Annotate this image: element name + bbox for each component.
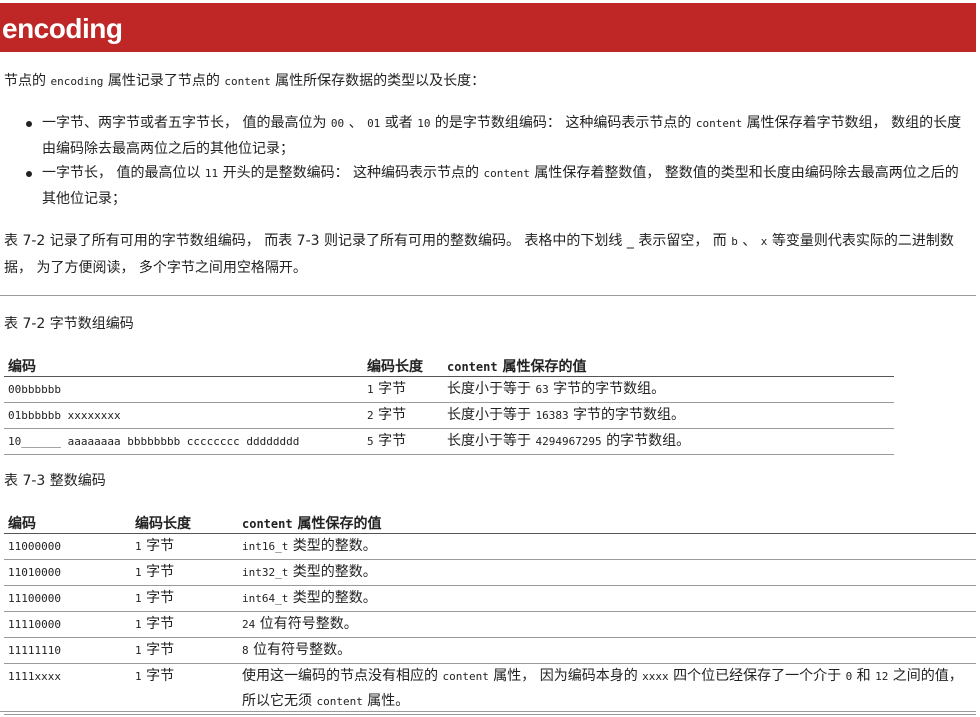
section-header: encoding [0, 3, 976, 52]
encoding-cell: 00bbbbbb [4, 376, 363, 403]
value-cell: 长度小于等于 63 字节的字节数组。 [443, 376, 894, 403]
divider [0, 295, 976, 296]
list-item: 一字节、两字节或者五字节长， 值的最高位为 00 、 01 或者 10 的是字节… [24, 111, 969, 161]
integer-encoding-table: 编码 编码长度 content 属性保存的值 11000000 1 字节 int… [4, 509, 976, 715]
table-7-2-caption: 表 7-2 字节数组编码 [4, 316, 134, 332]
length-cell: 2 字节 [363, 402, 443, 429]
list-item: 一字节长， 值的最高位以 11 开头的是整数编码： 这种编码表示节点的 cont… [24, 161, 969, 211]
length-cell: 1 字节 [131, 663, 238, 715]
table-row: 11010000 1 字节 int32_t 类型的整数。 [4, 559, 976, 586]
table-7-3-caption: 表 7-3 整数编码 [4, 473, 106, 489]
table-header-row: 编码 编码长度 content 属性保存的值 [4, 352, 894, 377]
length-cell: 1 字节 [131, 533, 238, 560]
encoding-cell: 1111xxxx [4, 663, 131, 715]
table-row: 11111110 1 字节 8 位有符号整数。 [4, 637, 976, 664]
encoding-cell: 11111110 [4, 637, 131, 664]
value-cell: 长度小于等于 16383 字节的字节数组。 [443, 402, 894, 429]
table-row: 11000000 1 字节 int16_t 类型的整数。 [4, 533, 976, 560]
encoding-bullet-list: 一字节、两字节或者五字节长， 值的最高位为 00 、 01 或者 10 的是字节… [24, 111, 969, 211]
column-header-length: 编码长度 [363, 352, 443, 377]
column-header-value: content 属性保存的值 [443, 352, 894, 377]
table-row: 11100000 1 字节 int64_t 类型的整数。 [4, 585, 976, 612]
divider [0, 711, 976, 712]
column-header-encoding: 编码 [4, 509, 131, 534]
length-cell: 1 字节 [131, 585, 238, 612]
length-cell: 1 字节 [131, 559, 238, 586]
length-cell: 1 字节 [131, 611, 238, 638]
encoding-cell: 11000000 [4, 533, 131, 560]
column-header-length: 编码长度 [131, 509, 238, 534]
table-row: 10______ aaaaaaaa bbbbbbbb cccccccc dddd… [4, 428, 894, 455]
length-cell: 5 字节 [363, 428, 443, 455]
value-cell: int16_t 类型的整数。 [238, 533, 976, 560]
table-row: 11110000 1 字节 24 位有符号整数。 [4, 611, 976, 638]
column-header-value: content 属性保存的值 [238, 509, 976, 534]
length-cell: 1 字节 [131, 637, 238, 664]
table-row: 00bbbbbb 1 字节 长度小于等于 63 字节的字节数组。 [4, 376, 894, 403]
byte-array-encoding-table: 编码 编码长度 content 属性保存的值 00bbbbbb 1 字节 长度小… [4, 352, 894, 455]
table-row: 01bbbbbb xxxxxxxx 2 字节 长度小于等于 16383 字节的字… [4, 402, 894, 429]
encoding-cell: 11110000 [4, 611, 131, 638]
value-cell: 8 位有符号整数。 [238, 637, 976, 664]
value-cell: 使用这一编码的节点没有相应的 content 属性， 因为编码本身的 xxxx … [238, 663, 976, 715]
value-cell: int32_t 类型的整数。 [238, 559, 976, 586]
intro-paragraph: 节点的 encoding 属性记录了节点的 content 属性所保存数据的类型… [4, 73, 486, 89]
value-cell: 长度小于等于 4294967295 的字节数组。 [443, 428, 894, 455]
length-cell: 1 字节 [363, 376, 443, 403]
value-cell: int64_t 类型的整数。 [238, 585, 976, 612]
encoding-cell: 11010000 [4, 559, 131, 586]
value-cell: 24 位有符号整数。 [238, 611, 976, 638]
encoding-cell: 10______ aaaaaaaa bbbbbbbb cccccccc dddd… [4, 428, 363, 455]
table-row: 1111xxxx 1 字节 使用这一编码的节点没有相应的 content 属性，… [4, 663, 976, 715]
column-header-encoding: 编码 [4, 352, 363, 377]
encoding-cell: 01bbbbbb xxxxxxxx [4, 402, 363, 429]
encoding-cell: 11100000 [4, 585, 131, 612]
table-header-row: 编码 编码长度 content 属性保存的值 [4, 509, 976, 534]
section-title: encoding [2, 13, 123, 44]
tables-description-paragraph: 表 7-2 记录了所有可用的字节数组编码， 而表 7-3 则记录了所有可用的整数… [4, 233, 954, 276]
